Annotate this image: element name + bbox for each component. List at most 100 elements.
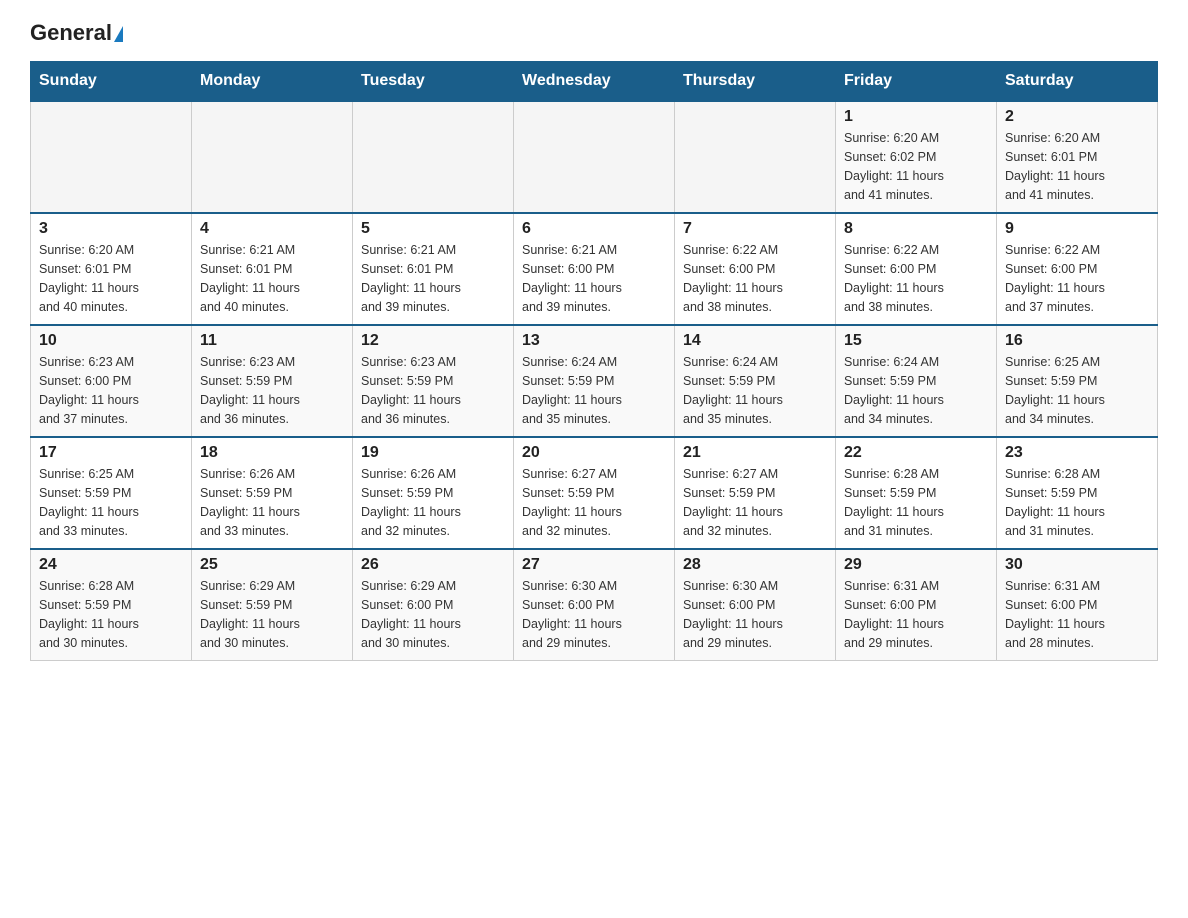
calendar-week-row: 17 Sunrise: 6:25 AMSunset: 5:59 PMDayligh… (31, 437, 1158, 549)
day-number: 18 (200, 444, 344, 462)
calendar-week-row: 1Sunrise: 6:20 AMSunset: 6:02 PMDaylight… (31, 101, 1158, 213)
calendar-week-row: 24 Sunrise: 6:28 AMSunset: 5:59 PMDayligh… (31, 549, 1158, 661)
calendar-cell: 19 Sunrise: 6:26 AMSunset: 5:59 PMDayligh… (353, 437, 514, 549)
day-number: 30 (1005, 556, 1149, 574)
calendar-cell: 4 Sunrise: 6:21 AMSunset: 6:01 PMDaylight… (192, 213, 353, 325)
weekday-header-tuesday: Tuesday (353, 62, 514, 102)
day-info: Sunrise: 6:27 AMSunset: 5:59 PMDaylight:… (683, 465, 827, 540)
calendar-cell: 17 Sunrise: 6:25 AMSunset: 5:59 PMDayligh… (31, 437, 192, 549)
day-number: 19 (361, 444, 505, 462)
logo-triangle-icon (114, 26, 123, 42)
calendar-cell: 23 Sunrise: 6:28 AMSunset: 5:59 PMDayligh… (997, 437, 1158, 549)
day-number: 23 (1005, 444, 1149, 462)
calendar-cell: 2Sunrise: 6:20 AMSunset: 6:01 PMDaylight… (997, 101, 1158, 213)
day-info: Sunrise: 6:23 AMSunset: 5:59 PMDaylight:… (200, 353, 344, 428)
calendar-cell: 6 Sunrise: 6:21 AMSunset: 6:00 PMDaylight… (514, 213, 675, 325)
day-number: 20 (522, 444, 666, 462)
calendar-cell: 27 Sunrise: 6:30 AMSunset: 6:00 PMDayligh… (514, 549, 675, 661)
calendar-cell (192, 101, 353, 213)
day-info: Sunrise: 6:21 AMSunset: 6:01 PMDaylight:… (361, 241, 505, 316)
calendar-cell: 10Sunrise: 6:23 AMSunset: 6:00 PMDayligh… (31, 325, 192, 437)
calendar-cell: 9 Sunrise: 6:22 AMSunset: 6:00 PMDaylight… (997, 213, 1158, 325)
weekday-header-sunday: Sunday (31, 62, 192, 102)
day-info: Sunrise: 6:30 AMSunset: 6:00 PMDaylight:… (683, 577, 827, 652)
calendar-cell (675, 101, 836, 213)
day-info: Sunrise: 6:30 AMSunset: 6:00 PMDaylight:… (522, 577, 666, 652)
calendar-cell: 15 Sunrise: 6:24 AMSunset: 5:59 PMDayligh… (836, 325, 997, 437)
day-number: 7 (683, 220, 827, 238)
calendar-cell (514, 101, 675, 213)
calendar-cell: 28 Sunrise: 6:30 AMSunset: 6:00 PMDayligh… (675, 549, 836, 661)
day-info: Sunrise: 6:22 AMSunset: 6:00 PMDaylight:… (844, 241, 988, 316)
calendar-cell: 12Sunrise: 6:23 AMSunset: 5:59 PMDayligh… (353, 325, 514, 437)
weekday-header-saturday: Saturday (997, 62, 1158, 102)
day-info: Sunrise: 6:28 AMSunset: 5:59 PMDaylight:… (39, 577, 183, 652)
calendar-cell: 5 Sunrise: 6:21 AMSunset: 6:01 PMDaylight… (353, 213, 514, 325)
day-number: 15 (844, 332, 988, 350)
day-number: 14 (683, 332, 827, 350)
calendar-cell (353, 101, 514, 213)
day-info: Sunrise: 6:27 AMSunset: 5:59 PMDaylight:… (522, 465, 666, 540)
calendar-week-row: 10Sunrise: 6:23 AMSunset: 6:00 PMDayligh… (31, 325, 1158, 437)
calendar-cell: 7 Sunrise: 6:22 AMSunset: 6:00 PMDaylight… (675, 213, 836, 325)
day-number: 5 (361, 220, 505, 238)
calendar-cell: 8 Sunrise: 6:22 AMSunset: 6:00 PMDaylight… (836, 213, 997, 325)
calendar-cell: 25Sunrise: 6:29 AMSunset: 5:59 PMDayligh… (192, 549, 353, 661)
day-number: 25 (200, 556, 344, 574)
day-info: Sunrise: 6:20 AMSunset: 6:01 PMDaylight:… (39, 241, 183, 316)
day-info: Sunrise: 6:21 AMSunset: 6:00 PMDaylight:… (522, 241, 666, 316)
weekday-header-monday: Monday (192, 62, 353, 102)
day-number: 16 (1005, 332, 1149, 350)
weekday-header-friday: Friday (836, 62, 997, 102)
day-info: Sunrise: 6:28 AMSunset: 5:59 PMDaylight:… (844, 465, 988, 540)
calendar-table: SundayMondayTuesdayWednesdayThursdayFrid… (30, 61, 1158, 661)
day-info: Sunrise: 6:22 AMSunset: 6:00 PMDaylight:… (1005, 241, 1149, 316)
logo: General (30, 20, 123, 45)
day-number: 28 (683, 556, 827, 574)
calendar-cell: 24 Sunrise: 6:28 AMSunset: 5:59 PMDayligh… (31, 549, 192, 661)
day-info: Sunrise: 6:21 AMSunset: 6:01 PMDaylight:… (200, 241, 344, 316)
weekday-header-wednesday: Wednesday (514, 62, 675, 102)
logo-text: General (30, 20, 123, 45)
calendar-cell: 1Sunrise: 6:20 AMSunset: 6:02 PMDaylight… (836, 101, 997, 213)
day-info: Sunrise: 6:23 AMSunset: 6:00 PMDaylight:… (39, 353, 183, 428)
day-info: Sunrise: 6:25 AMSunset: 5:59 PMDaylight:… (39, 465, 183, 540)
calendar-cell: 29 Sunrise: 6:31 AMSunset: 6:00 PMDayligh… (836, 549, 997, 661)
calendar-cell: 20 Sunrise: 6:27 AMSunset: 5:59 PMDayligh… (514, 437, 675, 549)
calendar-cell: 21 Sunrise: 6:27 AMSunset: 5:59 PMDayligh… (675, 437, 836, 549)
day-number: 26 (361, 556, 505, 574)
day-info: Sunrise: 6:24 AMSunset: 5:59 PMDaylight:… (844, 353, 988, 428)
calendar-cell: 13 Sunrise: 6:24 AMSunset: 5:59 PMDayligh… (514, 325, 675, 437)
calendar-cell: 11 Sunrise: 6:23 AMSunset: 5:59 PMDayligh… (192, 325, 353, 437)
day-info: Sunrise: 6:22 AMSunset: 6:00 PMDaylight:… (683, 241, 827, 316)
weekday-header-thursday: Thursday (675, 62, 836, 102)
day-number: 22 (844, 444, 988, 462)
day-number: 3 (39, 220, 183, 238)
day-number: 17 (39, 444, 183, 462)
day-number: 24 (39, 556, 183, 574)
day-number: 21 (683, 444, 827, 462)
day-info: Sunrise: 6:25 AMSunset: 5:59 PMDaylight:… (1005, 353, 1149, 428)
calendar-cell (31, 101, 192, 213)
day-info: Sunrise: 6:28 AMSunset: 5:59 PMDaylight:… (1005, 465, 1149, 540)
day-info: Sunrise: 6:26 AMSunset: 5:59 PMDaylight:… (361, 465, 505, 540)
day-number: 2 (1005, 108, 1149, 126)
day-info: Sunrise: 6:24 AMSunset: 5:59 PMDaylight:… (683, 353, 827, 428)
day-number: 27 (522, 556, 666, 574)
day-number: 4 (200, 220, 344, 238)
day-number: 9 (1005, 220, 1149, 238)
calendar-cell: 16 Sunrise: 6:25 AMSunset: 5:59 PMDayligh… (997, 325, 1158, 437)
calendar-cell: 14 Sunrise: 6:24 AMSunset: 5:59 PMDayligh… (675, 325, 836, 437)
calendar-cell: 3 Sunrise: 6:20 AMSunset: 6:01 PMDaylight… (31, 213, 192, 325)
day-info: Sunrise: 6:31 AMSunset: 6:00 PMDaylight:… (1005, 577, 1149, 652)
day-info: Sunrise: 6:23 AMSunset: 5:59 PMDaylight:… (361, 353, 505, 428)
day-number: 29 (844, 556, 988, 574)
day-info: Sunrise: 6:26 AMSunset: 5:59 PMDaylight:… (200, 465, 344, 540)
day-number: 6 (522, 220, 666, 238)
day-info: Sunrise: 6:24 AMSunset: 5:59 PMDaylight:… (522, 353, 666, 428)
day-number: 13 (522, 332, 666, 350)
day-info: Sunrise: 6:20 AMSunset: 6:02 PMDaylight:… (844, 129, 988, 204)
day-number: 11 (200, 332, 344, 350)
day-number: 8 (844, 220, 988, 238)
day-info: Sunrise: 6:31 AMSunset: 6:00 PMDaylight:… (844, 577, 988, 652)
